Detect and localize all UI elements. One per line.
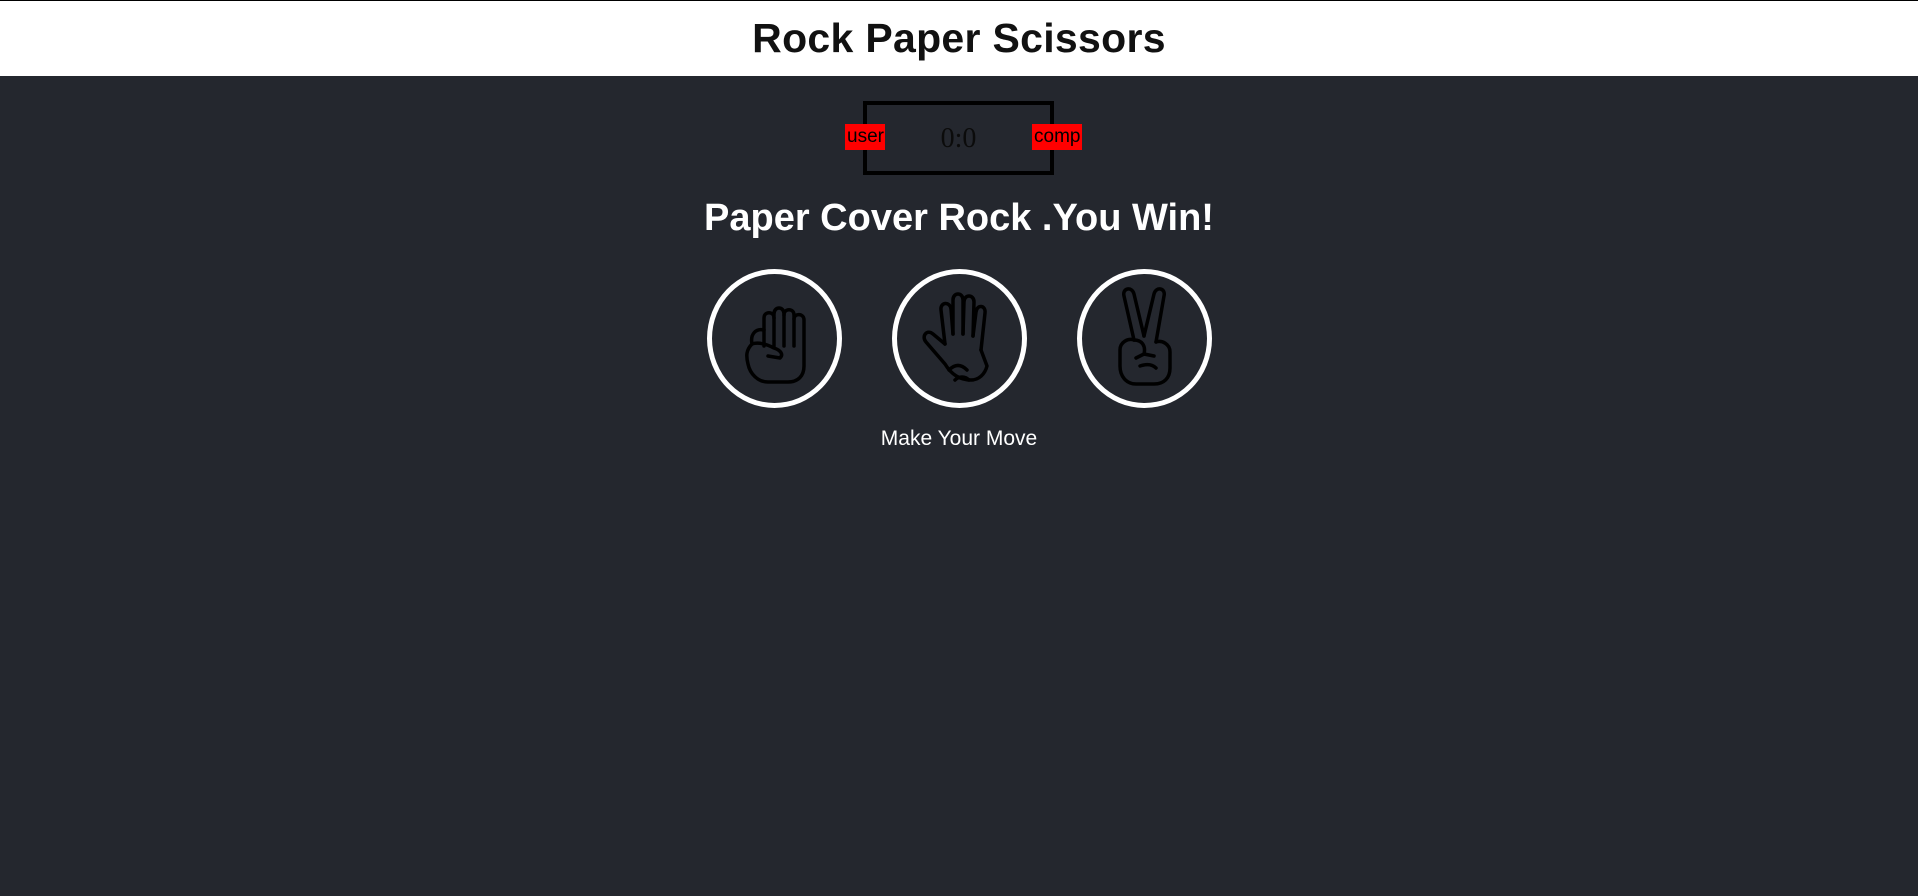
paper-hand-icon — [921, 291, 989, 382]
page-title: Rock Paper Scissors — [752, 15, 1166, 61]
paper-button[interactable] — [892, 269, 1027, 408]
scissors-button[interactable] — [1077, 269, 1212, 408]
make-move-prompt: Make Your Move — [880, 427, 1038, 450]
user-badge: user — [845, 124, 885, 150]
rock-button[interactable] — [707, 269, 842, 408]
comp-badge: comp — [1032, 124, 1082, 150]
result-message: Paper Cover Rock .You Win! — [704, 197, 1214, 239]
header-bar: Rock Paper Scissors — [0, 0, 1918, 76]
scoreboard: 0:0 — [863, 101, 1054, 175]
scissors-hand-icon — [1117, 286, 1172, 386]
rock-hand-icon — [744, 305, 806, 384]
score-value: 0:0 — [940, 123, 977, 154]
